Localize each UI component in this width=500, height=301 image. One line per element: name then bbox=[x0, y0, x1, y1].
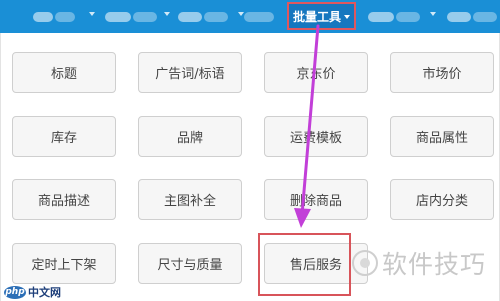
jd-price-button[interactable]: 京东价 bbox=[264, 52, 368, 93]
button-label: 市场价 bbox=[422, 67, 462, 82]
nav-item-blurred-1[interactable] bbox=[33, 12, 75, 22]
nav-item-blurred-4[interactable] bbox=[244, 12, 274, 22]
button-label: 标题 bbox=[50, 67, 77, 82]
product-description-button[interactable]: 商品描述 bbox=[12, 179, 116, 220]
button-label: 库存 bbox=[50, 131, 77, 146]
button-label: 尺寸与质量 bbox=[157, 258, 223, 273]
button-label: 商品属性 bbox=[415, 131, 468, 146]
shipping-template-button[interactable]: 运费模板 bbox=[264, 116, 368, 157]
blurred-text bbox=[133, 12, 157, 22]
blurred-text bbox=[204, 12, 228, 22]
button-label: 售后服务 bbox=[289, 258, 342, 273]
watermark-text: 中文网 bbox=[28, 286, 61, 299]
product-attributes-button[interactable]: 商品属性 bbox=[390, 116, 494, 157]
button-label: 京东价 bbox=[296, 67, 336, 82]
store-category-button[interactable]: 店内分类 bbox=[390, 179, 494, 220]
brand-button[interactable]: 品牌 bbox=[138, 116, 242, 157]
blurred-text bbox=[447, 12, 471, 22]
watermark-text: 软件技巧 bbox=[382, 250, 487, 279]
blurred-text bbox=[368, 12, 394, 22]
watermark-right: 软件技巧 bbox=[352, 243, 497, 283]
button-label: 主图补全 bbox=[163, 194, 216, 209]
blurred-text bbox=[55, 12, 75, 22]
chevron-down-icon bbox=[164, 12, 170, 16]
size-weight-button[interactable]: 尺寸与质量 bbox=[138, 243, 242, 284]
button-label: 删除商品 bbox=[289, 194, 342, 209]
nav-item-blurred-6[interactable] bbox=[447, 12, 497, 22]
ad-slogan-button[interactable]: 广告词/标语 bbox=[138, 52, 242, 93]
scheduled-listing-button[interactable]: 定时上下架 bbox=[12, 243, 116, 284]
watermark-left: php 中文网 bbox=[4, 285, 61, 299]
nav-item-label: 批量工具 bbox=[292, 9, 341, 24]
blurred-text bbox=[33, 12, 53, 22]
top-navigation-bar: 批量工具 bbox=[0, 0, 500, 33]
nav-item-batch-tools[interactable]: 批量工具 bbox=[287, 2, 356, 30]
stock-button[interactable]: 库存 bbox=[12, 116, 116, 157]
blurred-text bbox=[396, 12, 420, 22]
chevron-down-icon bbox=[344, 15, 350, 19]
button-label: 广告词/标语 bbox=[155, 67, 225, 82]
nav-item-blurred-3[interactable] bbox=[178, 12, 228, 22]
title-button[interactable]: 标题 bbox=[12, 52, 116, 93]
nav-item-blurred-2[interactable] bbox=[105, 12, 157, 22]
blurred-text bbox=[178, 12, 202, 22]
button-label: 运费模板 bbox=[289, 131, 342, 146]
blurred-text bbox=[105, 12, 131, 22]
watermark-icon bbox=[352, 250, 378, 276]
market-price-button[interactable]: 市场价 bbox=[390, 52, 494, 93]
blurred-text bbox=[244, 12, 274, 22]
nav-item-blurred-5[interactable] bbox=[368, 12, 420, 22]
chevron-down-icon bbox=[89, 12, 95, 16]
button-label: 商品描述 bbox=[37, 194, 90, 209]
button-label: 店内分类 bbox=[415, 194, 468, 209]
button-label: 品牌 bbox=[176, 131, 203, 146]
blurred-text bbox=[473, 12, 497, 22]
delete-product-button[interactable]: 删除商品 bbox=[264, 179, 368, 220]
main-image-complete-button[interactable]: 主图补全 bbox=[138, 179, 242, 220]
chevron-down-icon bbox=[430, 12, 436, 16]
php-logo-icon: php bbox=[4, 285, 26, 299]
button-label: 定时上下架 bbox=[31, 258, 97, 273]
